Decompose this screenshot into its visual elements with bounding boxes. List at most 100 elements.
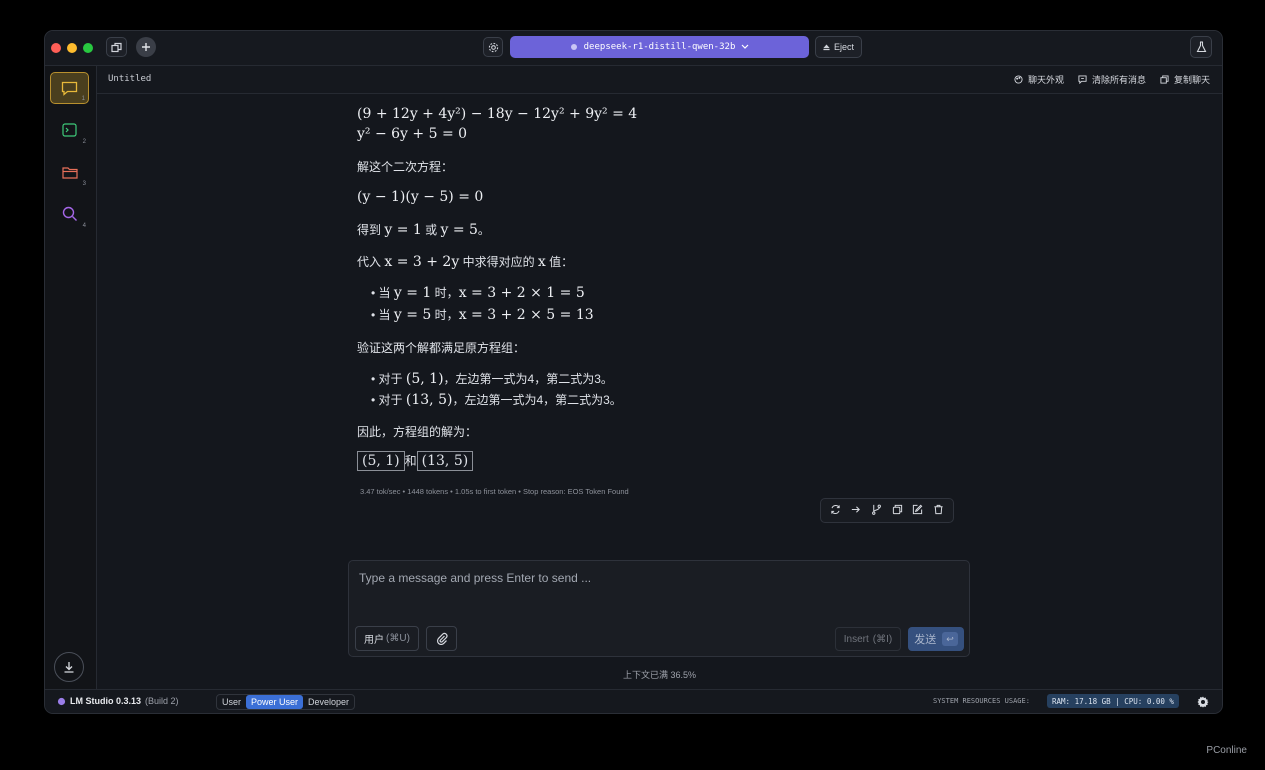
send-button[interactable]: 发送 ↩ bbox=[908, 627, 964, 651]
sidebar-item-models[interactable]: 3 bbox=[50, 156, 89, 188]
role-label: 用户 bbox=[364, 635, 385, 646]
model-icon bbox=[570, 44, 577, 50]
mode-switcher: User Power User Developer bbox=[216, 694, 356, 710]
text-span: 对于 bbox=[378, 372, 406, 386]
context-usage: 上下文已满 36.5% bbox=[622, 670, 697, 680]
clear-messages-icon bbox=[1078, 75, 1087, 84]
trash-icon bbox=[934, 504, 943, 514]
status-bar: LM Studio 0.3.13 (Build 2) User Power Us… bbox=[45, 689, 1222, 713]
continue-button[interactable] bbox=[850, 502, 861, 520]
minimize-window-button[interactable] bbox=[67, 43, 77, 53]
download-icon bbox=[64, 662, 74, 673]
text-line: 得到 y = 1 或 y = 5。 bbox=[357, 221, 490, 238]
new-chat-button[interactable] bbox=[136, 37, 156, 57]
sidebar-item-search[interactable]: 4 bbox=[50, 198, 89, 230]
text-span: 代入 bbox=[357, 255, 385, 269]
windows-icon bbox=[111, 42, 122, 52]
insert-label: Insert bbox=[843, 633, 869, 645]
close-window-button[interactable] bbox=[51, 43, 61, 53]
flask-icon bbox=[1196, 41, 1206, 53]
model-selector-button[interactable]: deepseek-r1-distill-qwen-32b bbox=[510, 36, 809, 58]
equation-line: y² − 6y + 5 = 0 bbox=[357, 126, 468, 142]
text-line: 因此，方程组的解为： bbox=[357, 425, 478, 439]
math-span: y = 5 bbox=[393, 307, 432, 323]
list-item: • 当 y = 5 时，x = 3 + 2 × 5 = 13 bbox=[371, 307, 594, 323]
math-span: y = 5 bbox=[440, 222, 478, 238]
math-span: (13, 5) bbox=[405, 392, 453, 408]
chat-header-actions: 聊天外观 清除所有消息 复制聊天 bbox=[1014, 73, 1210, 86]
palette-icon bbox=[1014, 75, 1023, 84]
experimental-button[interactable] bbox=[1190, 36, 1212, 58]
eject-label: Eject bbox=[833, 42, 854, 52]
math-span: x = 3 + 2y bbox=[384, 254, 460, 270]
text-span: 当 bbox=[378, 308, 394, 322]
clear-messages-button[interactable]: 清除所有消息 bbox=[1078, 73, 1146, 86]
enter-key-icon: ↩ bbox=[942, 632, 958, 646]
role-shortcut: (⌘U) bbox=[386, 633, 410, 644]
chat-appearance-label: 聊天外观 bbox=[1027, 75, 1064, 85]
text-span: 或 bbox=[421, 223, 441, 237]
downloads-button[interactable] bbox=[54, 652, 84, 682]
mode-user-button[interactable]: User bbox=[217, 695, 246, 709]
maximize-window-button[interactable] bbox=[83, 43, 93, 53]
system-resources-value[interactable]: RAM: 17.18 GB | CPU: 0.00 % bbox=[1047, 694, 1179, 708]
text-span: 得到 bbox=[357, 223, 385, 237]
sidebar-item-number: 2 bbox=[82, 139, 86, 145]
app-settings-button[interactable] bbox=[1197, 695, 1209, 713]
branch-button[interactable] bbox=[871, 502, 882, 520]
copy-icon bbox=[892, 504, 902, 514]
paperclip-icon bbox=[436, 632, 447, 645]
new-window-button[interactable] bbox=[106, 37, 127, 57]
model-settings-button[interactable] bbox=[483, 37, 503, 57]
copy-icon bbox=[1160, 75, 1169, 84]
text-span: 中求得对应的 bbox=[459, 255, 538, 269]
text-span: 当 bbox=[378, 286, 394, 300]
equation-line: (9 + 12y + 4y²) − 18y − 12y² + 9y² = 4 bbox=[357, 106, 638, 122]
mode-developer-button[interactable]: Developer bbox=[303, 695, 354, 709]
math-span: (5, 1) bbox=[405, 371, 444, 387]
copy-message-button[interactable] bbox=[892, 502, 903, 520]
delete-message-button[interactable] bbox=[933, 502, 944, 520]
watermark: PConline bbox=[1206, 745, 1247, 756]
boxed-answer: (5, 1) bbox=[357, 451, 405, 471]
text-span: 时， bbox=[431, 286, 459, 300]
sidebar-item-number: 3 bbox=[82, 181, 86, 187]
search-icon bbox=[62, 206, 77, 221]
role-selector-button[interactable]: 用户 (⌘U) bbox=[355, 626, 419, 651]
chat-title[interactable]: Untitled bbox=[108, 74, 151, 84]
list-item: • 对于 (5, 1)，左边第一式为4，第二式为3。 bbox=[371, 371, 613, 387]
sidebar-item-developer[interactable]: 2 bbox=[50, 114, 89, 146]
app-version: LM Studio 0.3.13 (Build 2) bbox=[57, 696, 179, 706]
text-span: ，左边第一式为4，第二式为3。 bbox=[452, 393, 622, 407]
math-span: y = 1 bbox=[393, 285, 432, 301]
edit-message-button[interactable] bbox=[912, 502, 923, 520]
plus-icon bbox=[142, 43, 150, 51]
attach-file-button[interactable] bbox=[426, 626, 457, 651]
clear-messages-label: 清除所有消息 bbox=[1091, 75, 1146, 85]
text-line: 解这个二次方程： bbox=[357, 160, 454, 174]
mode-power-user-button[interactable]: Power User bbox=[246, 695, 304, 709]
math-span: x = 3 + 2 × 1 = 5 bbox=[458, 285, 585, 301]
equation-line: (y − 1)(y − 5) = 0 bbox=[357, 189, 484, 205]
gear-icon bbox=[1197, 696, 1209, 708]
text-line: 代入 x = 3 + 2y 中求得对应的 x 值： bbox=[357, 253, 573, 270]
app-name: LM Studio 0.3.13 bbox=[70, 696, 142, 706]
text-span: ，左边第一式为4，第二式为3。 bbox=[443, 372, 613, 386]
copy-chat-button[interactable]: 复制聊天 bbox=[1160, 73, 1210, 86]
list-item: • 当 y = 1 时，x = 3 + 2 × 1 = 5 bbox=[371, 285, 585, 301]
text-line: 验证这两个解都满足原方程组： bbox=[357, 341, 526, 355]
eject-button[interactable]: Eject bbox=[815, 36, 862, 58]
sidebar: 1 2 3 4 bbox=[45, 66, 97, 690]
chat-appearance-button[interactable]: 聊天外观 bbox=[1014, 73, 1064, 86]
regenerate-button[interactable] bbox=[830, 502, 841, 520]
eject-icon bbox=[823, 43, 830, 50]
gear-icon bbox=[488, 42, 498, 52]
app-window: deepseek-r1-distill-qwen-32b Eject 1 2 3… bbox=[44, 30, 1223, 714]
sidebar-item-number: 1 bbox=[81, 96, 85, 102]
math-span: x = 3 + 2 × 5 = 13 bbox=[458, 307, 594, 323]
sidebar-item-chat[interactable]: 1 bbox=[50, 72, 89, 104]
message-input[interactable] bbox=[359, 571, 919, 585]
text-span: 值： bbox=[545, 255, 574, 269]
text-span: 和 bbox=[404, 454, 417, 468]
insert-button[interactable]: Insert (⌘I) bbox=[835, 627, 901, 651]
